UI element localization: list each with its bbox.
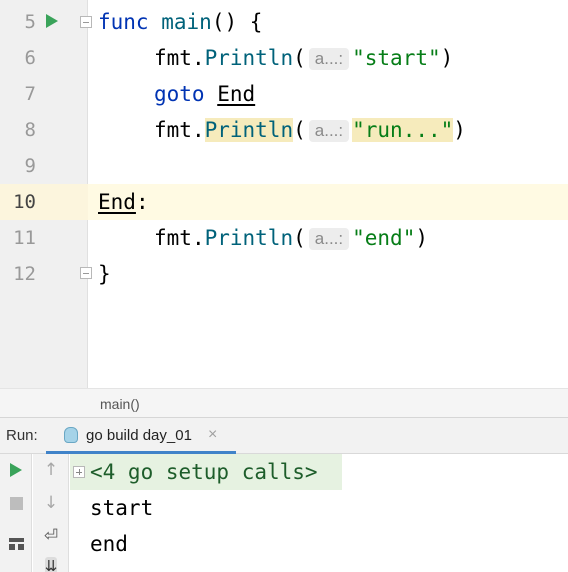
- fold-icon[interactable]: [80, 16, 92, 28]
- code-punct: ): [415, 226, 428, 250]
- soft-wrap-icon: ⏎: [43, 526, 59, 546]
- code-line-6[interactable]: 6 fmt.Println(a...: "start"): [0, 40, 568, 76]
- play-icon: [10, 463, 22, 477]
- breadcrumb-item[interactable]: main(): [100, 396, 140, 412]
- string-literal: "start": [352, 46, 441, 70]
- code-line-7[interactable]: 7 goto End: [0, 76, 568, 112]
- code-line-11[interactable]: 11 fmt.Println(a...: "end"): [0, 220, 568, 256]
- parameter-hint: a...:: [308, 48, 350, 70]
- stop-icon: [9, 496, 23, 510]
- scroll-up-button[interactable]: ↑: [39, 458, 63, 482]
- scroll-to-end-icon: ⇊: [44, 557, 58, 572]
- breadcrumb[interactable]: main(): [0, 388, 568, 418]
- go-gopher-icon: [64, 427, 78, 443]
- code-editor[interactable]: 5 func main() { 6 fmt.Println(a...: "star…: [0, 0, 568, 388]
- package-ref: fmt: [154, 226, 192, 250]
- code-punct: .: [191, 46, 205, 70]
- soft-wrap-button[interactable]: ⏎: [39, 524, 63, 548]
- line-number: 6: [24, 47, 36, 69]
- run-toolbar-secondary: ↑ ↓ ⏎ ⇊: [33, 454, 69, 572]
- label-reference[interactable]: End: [217, 82, 255, 106]
- line-number: 9: [24, 155, 36, 177]
- string-literal-unreachable: "run...": [352, 118, 454, 142]
- run-tab-title: go build day_01: [86, 427, 192, 444]
- console-output-line: start: [70, 490, 568, 526]
- keyword-func: func: [98, 10, 149, 34]
- scroll-to-end-button[interactable]: ⇊: [39, 554, 63, 572]
- string-literal: "end": [352, 226, 416, 250]
- closing-brace: }: [98, 262, 111, 286]
- package-ref: fmt: [154, 46, 192, 70]
- code-line-5[interactable]: 5 func main() {: [0, 4, 568, 40]
- code-line-9[interactable]: 9: [0, 148, 568, 184]
- run-gutter-icon[interactable]: [46, 14, 58, 28]
- function-name: main: [161, 10, 212, 34]
- folded-console-line[interactable]: <4 go setup calls>: [70, 454, 342, 490]
- code-punct: (: [293, 46, 306, 70]
- run-tab[interactable]: go build day_01 ×: [46, 418, 236, 454]
- line-number: 7: [24, 83, 36, 105]
- stop-button[interactable]: [4, 491, 28, 515]
- console-output-text: end: [90, 532, 128, 556]
- line-number: 11: [13, 227, 36, 249]
- parameter-hint: a...:: [308, 120, 350, 142]
- scroll-down-button[interactable]: ↓: [39, 491, 63, 515]
- run-toolbar-primary: [0, 454, 32, 572]
- line-number: 8: [24, 119, 36, 141]
- code-punct: .: [191, 226, 205, 250]
- line-number: 5: [24, 11, 36, 33]
- code-punct: ): [440, 46, 454, 70]
- layout-icon: [8, 538, 24, 550]
- function-call: Println: [204, 46, 294, 70]
- rerun-button[interactable]: [4, 458, 28, 482]
- code-line-10[interactable]: 10 End:: [0, 184, 568, 220]
- folded-text: <4 go setup calls>: [90, 460, 318, 484]
- package-ref: fmt: [154, 118, 192, 142]
- label-definition[interactable]: End: [98, 190, 136, 214]
- line-number: 12: [13, 263, 36, 285]
- code-punct: :: [135, 190, 149, 214]
- expand-icon[interactable]: [73, 466, 85, 478]
- code-line-12[interactable]: 12 }: [0, 256, 568, 292]
- fold-end-icon[interactable]: [80, 267, 92, 279]
- code-line-8[interactable]: 8 fmt.Println(a...: "run..."): [0, 112, 568, 148]
- function-call-unreachable: Println: [204, 118, 294, 142]
- parameter-hint: a...:: [308, 228, 350, 250]
- code-punct: (: [293, 118, 306, 142]
- layout-button[interactable]: [4, 532, 28, 556]
- arrow-down-icon: ↓: [43, 493, 59, 513]
- run-console[interactable]: ↑ ↓ ⏎ ⇊ <4 go setup calls> start end: [0, 454, 568, 572]
- code-punct: () {: [211, 10, 263, 34]
- console-output-line: end: [70, 526, 568, 562]
- keyword-goto: goto: [154, 82, 205, 106]
- close-icon[interactable]: ×: [208, 426, 217, 444]
- function-call: Println: [204, 226, 294, 250]
- run-label: Run:: [6, 427, 38, 444]
- code-punct: .: [191, 118, 205, 142]
- console-output-text: start: [90, 496, 154, 520]
- code-punct: ): [453, 118, 466, 142]
- run-panel-header: Run: go build day_01 ×: [0, 418, 568, 454]
- line-number-current: 10: [13, 191, 36, 213]
- arrow-up-icon: ↑: [43, 460, 59, 480]
- code-punct: (: [293, 226, 306, 250]
